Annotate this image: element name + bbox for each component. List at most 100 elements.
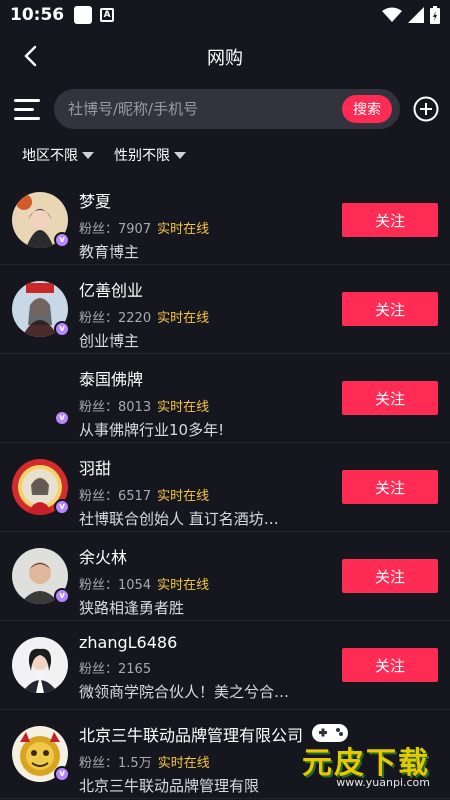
follow-button[interactable]: 关注	[342, 648, 438, 682]
online-status: 实时在线	[157, 489, 210, 504]
filter-bar: 地区不限 性别不限	[0, 134, 450, 176]
fans-line: 粉丝：1054 实时在线	[79, 574, 330, 593]
menu-button[interactable]	[14, 95, 42, 123]
user-bio: 微领商学院合伙人！美之兮合…	[79, 683, 290, 701]
online-status: 实时在线	[157, 756, 210, 771]
follow-button[interactable]: 关注	[342, 559, 438, 593]
search-box: 搜索	[54, 89, 400, 129]
user-name: 羽甜	[79, 459, 112, 478]
battery-icon	[430, 6, 440, 24]
online-status: 实时在线	[157, 400, 210, 415]
fans-label: 粉丝：	[79, 222, 119, 237]
search-input[interactable]	[68, 100, 342, 118]
user-name: 梦夏	[79, 192, 112, 211]
fans-count: 1.5万	[118, 756, 152, 771]
user-row[interactable]: v 泰国佛牌 粉丝：8013 实时在线 从事佛牌行业10多年! 关注	[0, 354, 450, 443]
fans-count: 1054	[118, 578, 152, 593]
avatar-wrap: v	[12, 192, 70, 248]
fans-label: 粉丝：	[79, 489, 119, 504]
follow-button[interactable]: 关注	[342, 292, 438, 326]
watermark-url: www.yuanpi.com	[336, 776, 430, 789]
fans-label: 粉丝：	[79, 311, 119, 326]
avatar-wrap: v	[12, 370, 70, 426]
follow-button[interactable]: 关注	[342, 470, 438, 504]
back-button[interactable]	[16, 42, 44, 70]
avatar-wrap: v	[12, 281, 70, 337]
region-filter[interactable]: 地区不限	[22, 145, 94, 165]
user-bio: 社博联合创始人 直订名酒坊…	[79, 510, 279, 528]
fans-label: 粉丝：	[79, 662, 119, 677]
avatar-wrap	[12, 637, 68, 693]
user-bio: 创业博主	[79, 332, 140, 350]
fans-label: 粉丝：	[79, 578, 119, 593]
notification-icon	[74, 6, 93, 24]
user-bio: 狭路相逢勇者胜	[79, 599, 185, 617]
avatar-wrap: v	[12, 459, 70, 515]
fans-count: 8013	[118, 400, 152, 415]
follow-button[interactable]: 关注	[342, 203, 438, 237]
verified-badge-icon: v	[54, 588, 70, 604]
search-row: 搜索	[0, 84, 450, 134]
user-name: 余火林	[79, 548, 128, 567]
user-info: 泰国佛牌 粉丝：8013 实时在线 从事佛牌行业10多年!	[79, 366, 330, 440]
status-bar: 10:56 A	[0, 0, 450, 30]
avatar-wrap: v	[12, 548, 70, 604]
plus-circle-icon	[413, 96, 439, 122]
menu-line	[14, 116, 40, 120]
filter-label: 性别不限	[114, 148, 170, 164]
user-info: zhangL6486 粉丝：2165 微领商学院合伙人！美之兮合…	[79, 633, 330, 702]
caret-down-icon	[82, 151, 94, 159]
fans-label: 粉丝：	[79, 756, 119, 771]
user-row[interactable]: v 梦夏 粉丝：7907 实时在线 教育博主 关注	[0, 176, 450, 265]
online-status: 实时在线	[157, 222, 210, 237]
user-info: 羽甜 粉丝：6517 实时在线 社博联合创始人 直订名酒坊…	[79, 455, 330, 529]
user-row[interactable]: v 亿善创业 粉丝：2220 实时在线 创业博主 关注	[0, 265, 450, 354]
app-a-icon: A	[100, 8, 115, 22]
online-status: 实时在线	[157, 578, 210, 593]
user-list: v 梦夏 粉丝：7907 实时在线 教育博主 关注 v 亿善创业 粉丝：2220 实…	[0, 176, 450, 799]
app-header: 网购	[0, 30, 450, 84]
online-status: 实时在线	[157, 311, 210, 326]
user-bio: 教育博主	[79, 243, 140, 261]
status-icons	[382, 6, 440, 24]
add-button[interactable]	[412, 95, 440, 123]
user-info: 梦夏 粉丝：7907 实时在线 教育博主	[79, 188, 330, 262]
fans-count: 2220	[118, 311, 152, 326]
fans-count: 2165	[118, 662, 152, 677]
avatar-wrap: v	[12, 726, 70, 782]
chevron-left-icon	[24, 45, 37, 67]
user-row[interactable]: v 羽甜 粉丝：6517 实时在线 社博联合创始人 直订名酒坊… 关注	[0, 443, 450, 532]
search-button[interactable]: 搜索	[342, 95, 392, 123]
avatar[interactable]	[12, 637, 68, 693]
user-name: zhangL6486	[79, 633, 178, 652]
menu-line	[14, 98, 40, 102]
caret-down-icon	[174, 151, 186, 159]
fans-line: 粉丝：6517 实时在线	[79, 485, 330, 504]
user-name: 泰国佛牌	[79, 370, 144, 389]
follow-button[interactable]: 关注	[342, 381, 438, 415]
menu-line	[14, 107, 34, 111]
verified-badge-icon: v	[54, 232, 70, 248]
page-title: 网购	[207, 48, 243, 69]
status-time: 10:56	[10, 5, 65, 25]
gender-filter[interactable]: 性别不限	[114, 145, 186, 165]
fans-count: 7907	[118, 222, 152, 237]
user-info: 亿善创业 粉丝：2220 实时在线 创业博主	[79, 277, 330, 351]
verified-badge-icon: v	[54, 766, 70, 782]
fans-line: 粉丝：2220 实时在线	[79, 307, 330, 326]
watermark: 元皮下载 www.yuanpi.com	[270, 718, 440, 789]
filter-label: 地区不限	[22, 148, 78, 164]
fans-label: 粉丝：	[79, 400, 119, 415]
verified-badge-icon: v	[54, 499, 70, 515]
user-bio: 从事佛牌行业10多年!	[79, 421, 225, 439]
user-row[interactable]: v 余火林 粉丝：1054 实时在线 狭路相逢勇者胜 关注	[0, 532, 450, 621]
signal-icon	[408, 7, 424, 23]
verified-badge-icon: v	[54, 410, 70, 426]
user-row[interactable]: zhangL6486 粉丝：2165 微领商学院合伙人！美之兮合… 关注	[0, 621, 450, 710]
user-name: 亿善创业	[79, 281, 144, 300]
fans-count: 6517	[118, 489, 152, 504]
fans-line: 粉丝：2165	[79, 658, 330, 677]
wifi-icon	[382, 7, 402, 22]
user-info: 余火林 粉丝：1054 实时在线 狭路相逢勇者胜	[79, 544, 330, 618]
fans-line: 粉丝：7907 实时在线	[79, 218, 330, 237]
